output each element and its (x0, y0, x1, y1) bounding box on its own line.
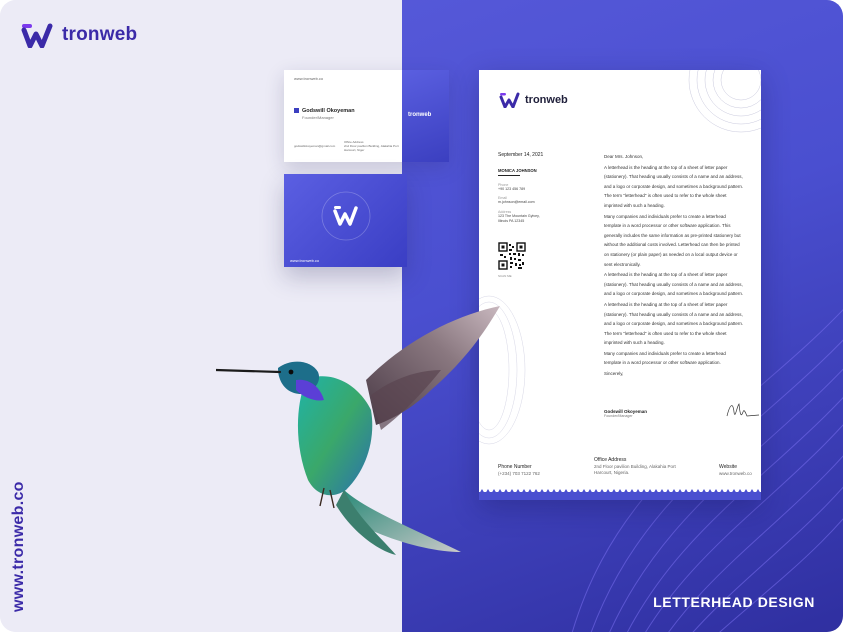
card-role: Founder/Manager (302, 115, 334, 120)
tronweb-logo-icon (21, 23, 53, 48)
email-value: m.johnson@email.com (498, 200, 535, 204)
qr-caption: SCAN ME (498, 274, 512, 278)
letter-greeting: Dear Mrs. Johnson, (604, 154, 644, 159)
letter-closing: Sincerely, (604, 371, 624, 377)
card-office-address: 2nd Floor pavilion Building, Alakahia Po… (344, 144, 399, 152)
brand-header: tronweb (20, 22, 137, 48)
card-back-logo-icon (333, 206, 358, 226)
card-logo: tronweb (408, 112, 432, 118)
footer-office-value: 2nd Floor pavilion Building, Alakahia Po… (594, 464, 676, 475)
card-email: godswillokoyeman@gmail.com (294, 144, 336, 148)
letterhead-logo-icon (499, 92, 520, 108)
phone-value: +90 123 456 789 (498, 187, 526, 191)
signer-block: Godswill Okoyeman Founder/Manager (604, 409, 647, 418)
business-card-front: www.tronweb.co Godswill Okoyeman Founder… (284, 70, 449, 162)
letter-paragraph: Many companies and individuals prefer to… (604, 350, 726, 366)
letterhead-sheet: tronweb September 14, 2021 MONICA JOHNSO… (479, 70, 761, 500)
brand-name: tronweb (62, 24, 138, 45)
footer-office-label: Office Address (594, 457, 627, 463)
letter-paragraph: A letterhead is the heading at the top o… (604, 164, 744, 208)
card-name-marker-icon (294, 108, 299, 113)
card-url: www.tronweb.co (294, 76, 324, 81)
footer-band (479, 492, 761, 500)
signer-role: Founder/Manager (604, 414, 633, 418)
letter-body: Dear Mrs. Johnson, A letterhead is the h… (604, 152, 744, 380)
qr-code-icon (498, 242, 526, 270)
footer-website-label: Website (719, 464, 737, 470)
card-name: Godswill Okoyeman (302, 108, 355, 114)
showcase-frame: tronweb www.tronweb.co LETTERHEAD DESIGN… (0, 0, 843, 632)
address-value: 123 The Mountain Gylvey, Illinois PA 123… (498, 214, 540, 223)
letter-paragraph: A letterhead is the heading at the top o… (604, 301, 744, 346)
letterhead-logo: tronweb (499, 92, 568, 108)
card-back-url: www.tronweb.co (290, 258, 320, 263)
letterhead-logo-text: tronweb (525, 94, 568, 106)
letter-paragraph: Many companies and individuals prefer to… (604, 213, 741, 267)
vertical-url: www.tronweb.co (10, 481, 27, 612)
business-card-back: www.tronweb.co (284, 174, 407, 267)
letter-date: September 14, 2021 (498, 152, 544, 158)
recipient-underline (498, 175, 520, 176)
footer-website-value: www.tronweb.co (719, 471, 752, 476)
letter-recipient: MONICA JOHNSON (498, 168, 537, 173)
hummingbird-icon (216, 306, 500, 555)
design-title: LETTERHEAD DESIGN (653, 594, 815, 610)
signature-icon (726, 403, 760, 417)
letterhead-corner-decoration (688, 70, 761, 133)
letter-paragraph: A letterhead is the heading at the top o… (604, 272, 744, 297)
